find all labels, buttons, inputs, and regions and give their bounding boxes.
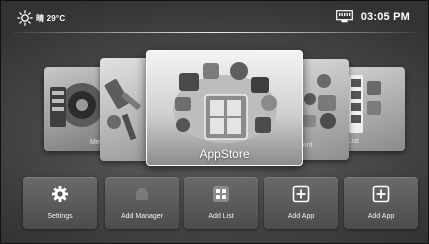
card-label: AppStore [199,147,250,161]
weather-text: 晴 29°C [36,13,66,23]
add-app-icon [292,185,310,203]
status-bar: 晴 29°C 03:05 PM [1,1,428,35]
ethernet-icon [335,10,353,23]
weather-widget: 晴 29°C [17,10,65,26]
dock-label: Add App [367,213,395,220]
dock-label: Add App [287,213,315,220]
settings-button[interactable]: Settings [23,177,97,229]
add-list-button[interactable]: Add List [184,177,258,229]
add-manager-button[interactable]: Add Manager [105,177,179,229]
manager-icon [133,185,151,203]
card-label: Me [90,139,100,146]
dock-label: Add Manager [120,213,164,220]
add-app-button[interactable]: Add App [264,177,338,229]
carousel-card-appstore[interactable]: AppStore [146,50,303,166]
add-app-icon [372,185,390,203]
add-app-button-2[interactable]: Add App [344,177,418,229]
status-right: 03:05 PM [335,10,410,23]
card-label: List [348,138,359,145]
gear-icon [51,185,69,203]
dock-label: Settings [47,213,73,220]
divider [13,32,418,33]
clock: 03:05 PM [360,10,410,23]
sun-icon [17,10,33,26]
dock-label: Add List [208,213,234,220]
grid-icon [212,185,230,203]
carousel-card-list[interactable]: List [341,67,405,151]
home-screen: 晴 29°C 03:05 PM Me AppStore ment List Se… [0,0,429,244]
